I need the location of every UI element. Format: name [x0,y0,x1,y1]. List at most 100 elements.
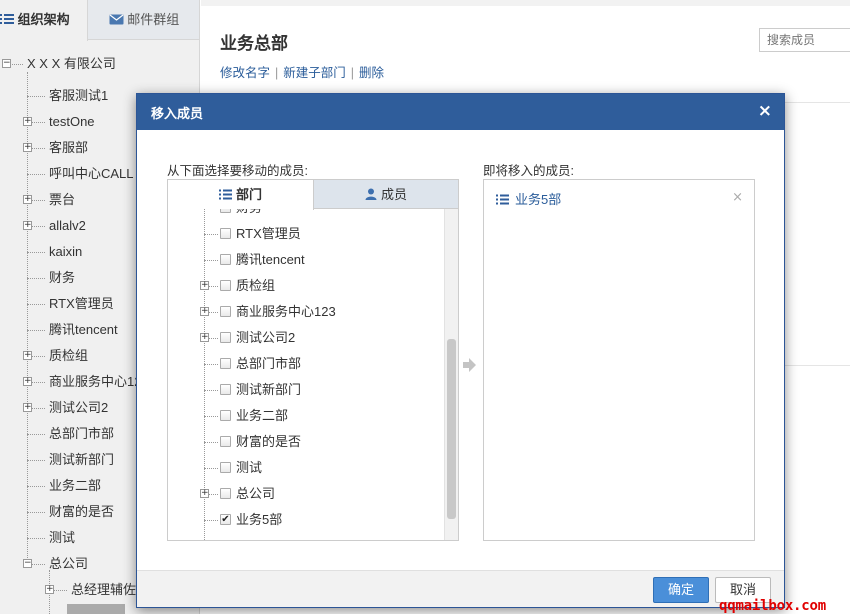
tab-members[interactable]: 成员 [314,180,458,209]
delete-link[interactable]: 删除 [359,66,384,80]
checkbox[interactable] [220,488,231,499]
checkbox[interactable] [220,462,231,473]
tree-item[interactable]: 总部门市部 [49,422,114,446]
checkbox[interactable] [220,384,231,395]
tree-item[interactable]: 客服部 [49,136,88,160]
tree-item[interactable]: 测试 [49,526,75,550]
confirm-button[interactable]: 确定 [653,577,709,603]
checkbox[interactable] [220,280,231,291]
tree-item[interactable]: RTX管理员 [49,292,114,316]
department-item[interactable]: 总部门市部 [236,351,301,377]
checkbox[interactable]: ✔ [220,514,231,525]
tree-item[interactable]: 票台 [49,188,75,212]
department-item[interactable]: 商业服务中心123 [236,299,336,325]
dialog-title: 移入成员 [151,106,204,121]
target-label: 即将移入的成员: [483,164,574,178]
tree-item[interactable]: testOne [49,110,95,134]
department-item[interactable]: 业务二部 [236,403,288,429]
expand-icon[interactable]: + [200,333,209,342]
tree-item[interactable]: 财务 [49,266,75,290]
tree-item[interactable]: X X X 有限公司 [27,52,116,76]
expand-icon[interactable]: + [23,351,32,360]
close-icon[interactable]: × [758,101,772,121]
tree-line [204,416,218,417]
expand-icon[interactable]: + [23,377,32,386]
tree-item[interactable]: kaixin [49,240,82,264]
new-subdept-link[interactable]: 新建子部门 [283,66,346,80]
tree-item[interactable]: 商业服务中心123 [49,370,149,394]
list-icon [0,1,14,41]
department-label: 腾讯tencent [236,252,305,267]
tab-org-structure[interactable]: 组织架构 [0,0,88,41]
department-label: 财富的是否 [236,434,302,449]
department-item[interactable]: RTX管理员 [236,221,301,247]
list-icon [496,191,509,211]
tab-department[interactable]: 部门 [168,180,314,210]
expand-icon[interactable]: + [23,117,32,126]
tree-item[interactable]: 测试公司2 [49,396,108,420]
selected-department: 业务5部 [496,190,561,210]
department-item[interactable]: 财富的是否 [236,429,301,455]
checkbox[interactable] [220,358,231,369]
dialog-header: 移入成员 × [137,94,784,130]
scrollbar-thumb[interactable] [447,339,456,519]
department-item[interactable]: 腾讯tencent [236,247,305,273]
tree-line [204,390,218,391]
checkbox[interactable] [220,306,231,317]
tree-item-label: 商业服务中心123 [49,374,149,389]
tree-item[interactable]: 总公司 [49,552,88,576]
checkbox[interactable] [220,436,231,447]
tree-item-label: 财务 [49,270,76,285]
expand-icon[interactable]: + [23,143,32,152]
tree-item-label: 客服测试1 [49,88,109,103]
checkbox[interactable] [220,410,231,421]
department-item[interactable]: 测试公司2 [236,325,295,351]
tree-item[interactable]: 业务二部 [49,474,101,498]
tree-item-label: 总经理辅佐 [71,582,137,597]
move-members-dialog: 移入成员 × 从下面选择要移动的成员: 即将移入的成员: 部门 成员 财务 RTX… [136,93,785,608]
department-item[interactable]: 总公司 [236,481,275,507]
selected-label: 业务5部 [515,192,562,207]
department-item[interactable]: 质检组 [236,273,275,299]
tree-line [204,442,218,443]
expand-icon[interactable]: + [23,195,32,204]
collapse-icon[interactable]: − [2,59,11,68]
tree-item[interactable]: allalv2 [49,214,86,238]
collapse-icon[interactable]: − [23,559,32,568]
department-label: 业务5部 [236,512,283,527]
tree-item[interactable]: 总经理辅佐 [71,578,136,602]
tree-line [27,486,45,487]
tree-line [27,434,45,435]
tree-item[interactable]: 呼叫中心CALL [49,162,134,186]
checkbox[interactable] [220,209,231,213]
expand-icon[interactable]: + [45,585,54,594]
tab-mail-groups[interactable]: 邮件群组 [88,0,199,41]
divider [785,365,850,366]
scrollbar[interactable] [444,209,458,540]
expand-icon[interactable]: + [200,307,209,316]
checkbox[interactable] [220,254,231,265]
department-item[interactable]: 测试 [236,455,262,481]
separator: | [350,66,355,80]
tree-line [27,304,45,305]
expand-icon[interactable]: + [200,489,209,498]
expand-icon[interactable]: + [23,403,32,412]
checkbox[interactable] [220,332,231,343]
mail-icon [109,1,124,41]
department-item[interactable]: 测试新部门 [236,377,301,403]
department-item[interactable]: 业务5部 [236,507,282,533]
department-item[interactable]: 财务 [236,209,262,221]
search-input[interactable] [759,28,850,52]
tree-item[interactable]: 腾讯tencent [49,318,118,342]
tree-item[interactable]: 测试新部门 [49,448,114,472]
expand-icon[interactable]: + [23,221,32,230]
expand-icon[interactable]: + [200,281,209,290]
tree-item[interactable]: 客服测试1 [49,84,108,108]
tree-line [204,520,218,521]
tree-item[interactable]: 质检组 [49,344,88,368]
tree-item-label: 测试新部门 [49,452,115,467]
remove-icon[interactable]: × [732,190,743,205]
rename-link[interactable]: 修改名字 [220,66,270,80]
checkbox[interactable] [220,228,231,239]
tree-item[interactable]: 财富的是否 [49,500,114,524]
